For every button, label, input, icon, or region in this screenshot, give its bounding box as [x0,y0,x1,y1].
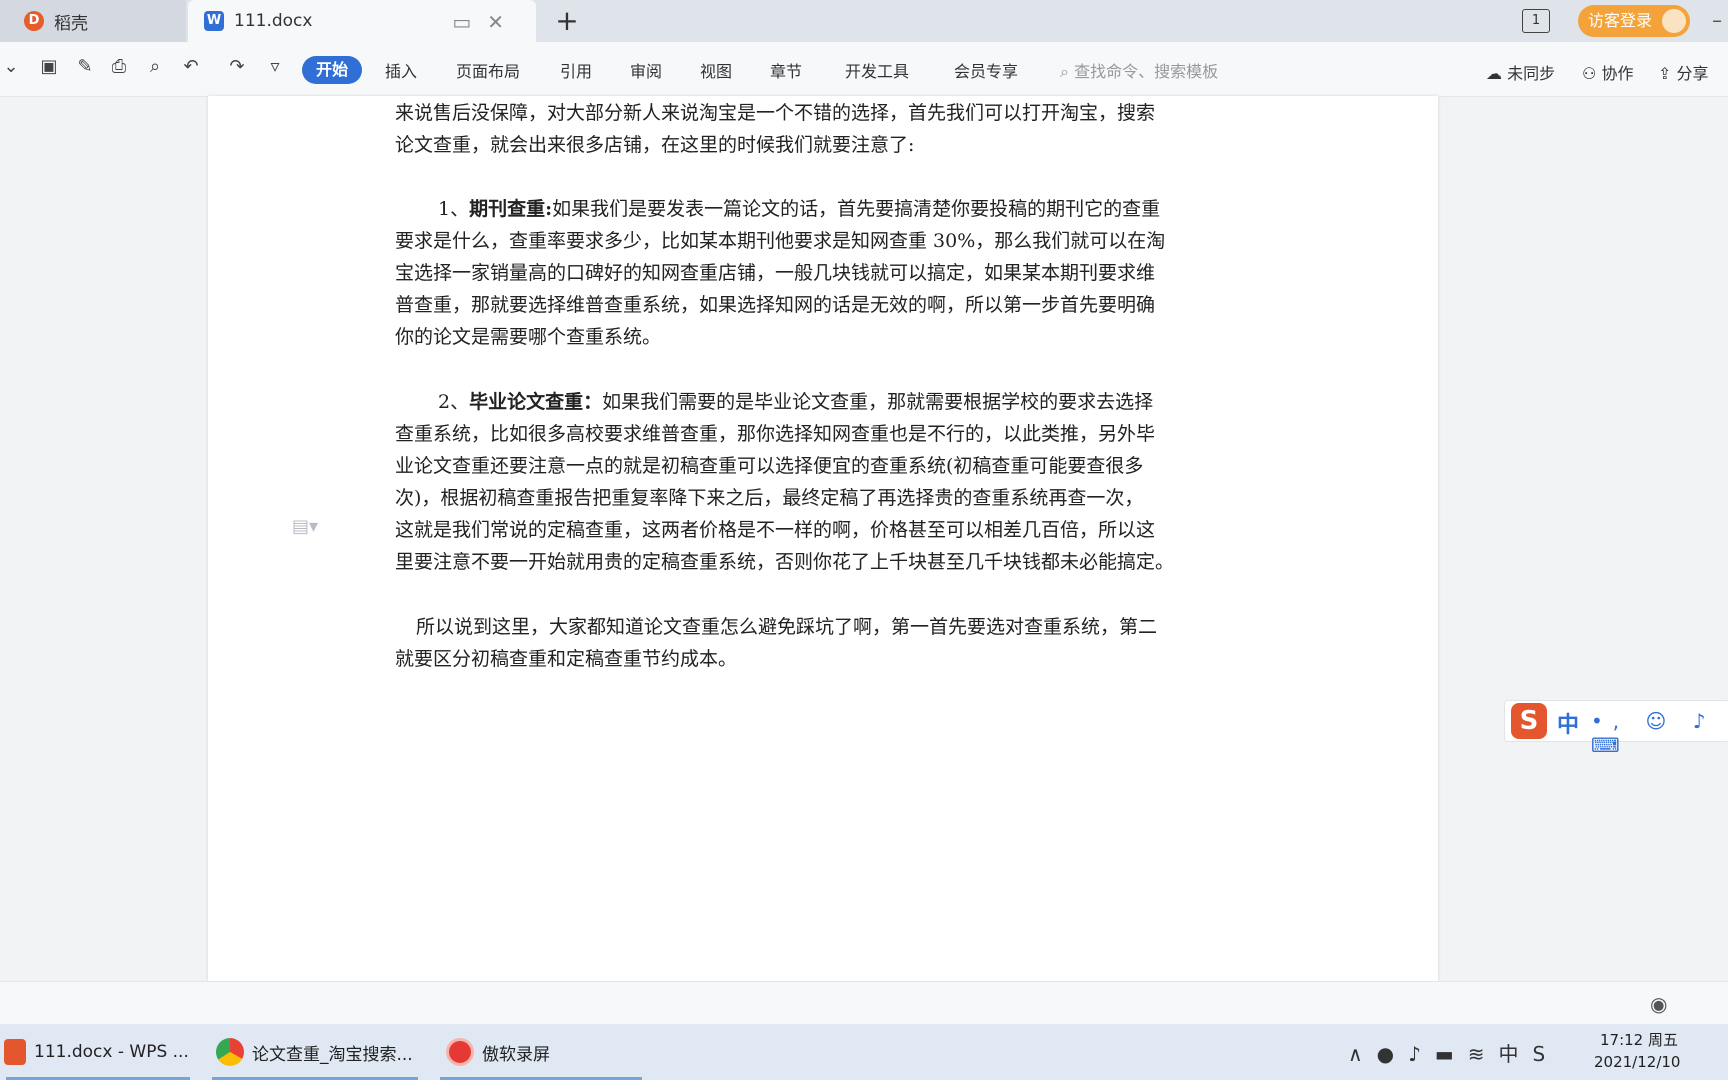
ime-tray-indicator[interactable]: 中 [1499,1042,1533,1066]
doc-line: 就要区分初稿查重和定稿查重节约成本。 [395,648,738,670]
doc-line: 要求是什么，查重率要求多少，比如某本期刊他要求是知网查重 30%，那么我们就可以… [395,230,1166,252]
command-search[interactable]: ⌕ 查找命令、搜索模板 [1060,58,1218,82]
format-painter-icon[interactable]: ✎ [74,56,96,78]
doc-line: 来说售后没保障，对大部分新人来说淘宝是一个不错的选择，首先我们可以打开淘宝，搜索 [395,102,1156,124]
undo-icon[interactable]: ↶ [180,56,202,78]
redo-icon[interactable]: ↷ [226,56,248,78]
ime-mode[interactable]: 中 [1557,707,1579,739]
clock-date[interactable]: 2021/12/10 [1594,1053,1680,1071]
tab-start[interactable]: 开始 [302,56,362,84]
sogou-logo-icon[interactable]: S [1511,703,1547,739]
search-icon: ⌕ [1060,62,1069,81]
sogou-tray-icon[interactable]: S [1533,1042,1560,1066]
tab-developer[interactable]: 开发工具 [845,58,909,82]
doc-line-text: 如果我们是要发表一篇论文的话，首先要搞清楚你要投稿的期刊它的查重 [552,198,1161,220]
share-icon: ⇪ [1658,64,1672,83]
doc-line: 普查重，那就要选择维普查重系统，如果选择知网的话是无效的啊，所以第一步首先要明确 [395,294,1156,316]
status-bar [0,981,1728,1024]
taskbar-label: 论文查重_淘宝搜索... [252,1044,413,1065]
print-icon[interactable]: ⎙ [108,56,130,78]
tab-label: 稻壳 [54,13,88,34]
tab-view[interactable]: 视图 [700,58,732,82]
wps-writer-icon: W [204,11,224,31]
close-icon[interactable]: ✕ [487,10,520,34]
doc-line: 里要注意不要一开始就用贵的定稿查重系统，否则你花了上千块甚至几千块钱都未必能搞定… [395,551,1175,573]
app-tray-icon[interactable]: ● [1377,1042,1408,1066]
doc-line-text: 如果我们需要的是毕业论文查重，那就需要根据学校的要求去选择 [602,391,1154,413]
bold-heading: 毕业论文查重： [469,391,603,413]
list-number: 2、 [438,391,470,413]
taskbar-label: 傲软录屏 [482,1044,550,1065]
tab-chapter[interactable]: 章节 [770,58,802,82]
minimize-icon[interactable]: – [1712,8,1722,32]
battery-icon[interactable]: ▬ [1435,1042,1468,1066]
ime-options[interactable]: •, ☺ ♪ ⌨ [1591,709,1728,757]
menu-chevron-icon[interactable]: ⌄ [0,56,22,78]
share-label: 分享 [1676,64,1709,83]
daoke-logo-icon: D [24,11,44,31]
doc-line: 次)，根据初稿查重报告把重复率降下来之后，最终定稿了再选择贵的查重系统再查一次， [395,487,1144,509]
doc-line: 所以说到这里，大家都知道论文查重怎么避免踩坑了啊，第一首先要选对查重系统，第二 [416,616,1158,638]
tab-daoke[interactable]: D 稻壳 [0,0,186,42]
collaborate-label: 协作 [1601,64,1634,83]
tab-page-layout[interactable]: 页面布局 [456,58,520,82]
list-number: 1、 [438,198,470,220]
taskbar-item-wps[interactable]: 111.docx - WPS ... [0,1024,196,1080]
tab-member[interactable]: 会员专享 [954,58,1018,82]
pin-icon[interactable]: ▭ [452,10,487,34]
doc-line: 论文查重，就会出来很多店铺，在这里的时候我们就要注意了: [395,134,915,156]
record-icon [446,1038,474,1066]
cloud-icon: ☁ [1486,64,1502,83]
sync-status[interactable]: ☁ 未同步 [1486,60,1555,84]
paragraph-menu-icon[interactable]: ▤▾ [292,516,318,538]
eye-protection-icon[interactable]: ◉ [1650,992,1667,1016]
search-placeholder: 查找命令、搜索模板 [1074,62,1219,81]
volume-icon[interactable]: ♪ [1408,1042,1435,1066]
system-tray[interactable]: ∧●♪▬≋中S [1348,1038,1559,1067]
user-add-icon: ⚇ [1582,64,1597,83]
tab-insert[interactable]: 插入 [385,58,417,82]
ime-toolbar[interactable]: S 中 •, ☺ ♪ ⌨ [1504,700,1728,757]
print-preview-icon[interactable]: ⌕ [144,56,166,78]
doc-line-heading: 2、毕业论文查重：如果我们需要的是毕业论文查重，那就需要根据学校的要求去选择 [438,387,1153,414]
save-icon[interactable]: ▣ [38,56,60,78]
tab-controls[interactable]: ▭✕ [452,10,520,34]
browser-icon [216,1038,244,1066]
taskbar-item-browser[interactable]: 论文查重_淘宝搜索... [206,1024,424,1080]
tab-document[interactable]: W 111.docx ▭✕ [188,0,536,42]
taskbar-item-recorder[interactable]: 傲软录屏 [434,1024,648,1080]
doc-line-heading: 1、期刊查重:如果我们是要发表一篇论文的话，首先要搞清楚你要投稿的期刊它的查重 [438,194,1160,221]
bold-heading: 期刊查重: [469,198,553,220]
taskbar-label: 111.docx - WPS ... [34,1042,189,1062]
customize-icon[interactable]: ▿ [264,56,286,78]
doc-line: 这就是我们常说的定稿查重，这两者价格是不一样的啊，价格甚至可以相差几百倍，所以这 [395,519,1156,541]
chevron-up-icon[interactable]: ∧ [1348,1042,1377,1066]
doc-line: 查重系统，比如很多高校要求维普查重，那你选择知网查重也是不行的，以此类推，另外毕 [395,423,1156,445]
doc-line: 你的论文是需要哪个查重系统。 [395,326,662,348]
collaborate-button[interactable]: ⚇ 协作 [1582,60,1633,84]
new-tab-button[interactable]: + [552,4,582,37]
window-count-badge[interactable]: 1 [1522,9,1550,33]
avatar-icon [1662,9,1686,33]
wifi-icon[interactable]: ≋ [1468,1042,1499,1066]
tab-review[interactable]: 审阅 [630,58,662,82]
guest-login-button[interactable]: 访客登录 [1578,5,1690,37]
tab-references[interactable]: 引用 [560,58,592,82]
doc-line: 业论文查重还要注意一点的就是初稿查重可以选择便宜的查重系统(初稿查重可能要查很多 [395,455,1144,477]
tab-label: 111.docx [234,11,313,31]
doc-line: 宝选择一家销量高的口碑好的知网查重店铺，一般几块钱就可以搞定，如果某本期刊要求维 [395,262,1156,284]
share-button[interactable]: ⇪ 分享 [1658,60,1709,84]
sync-label: 未同步 [1507,64,1556,83]
wps-app-icon [4,1039,26,1065]
login-label: 访客登录 [1588,11,1653,30]
clock-time[interactable]: 17:12 周五 [1600,1029,1678,1050]
